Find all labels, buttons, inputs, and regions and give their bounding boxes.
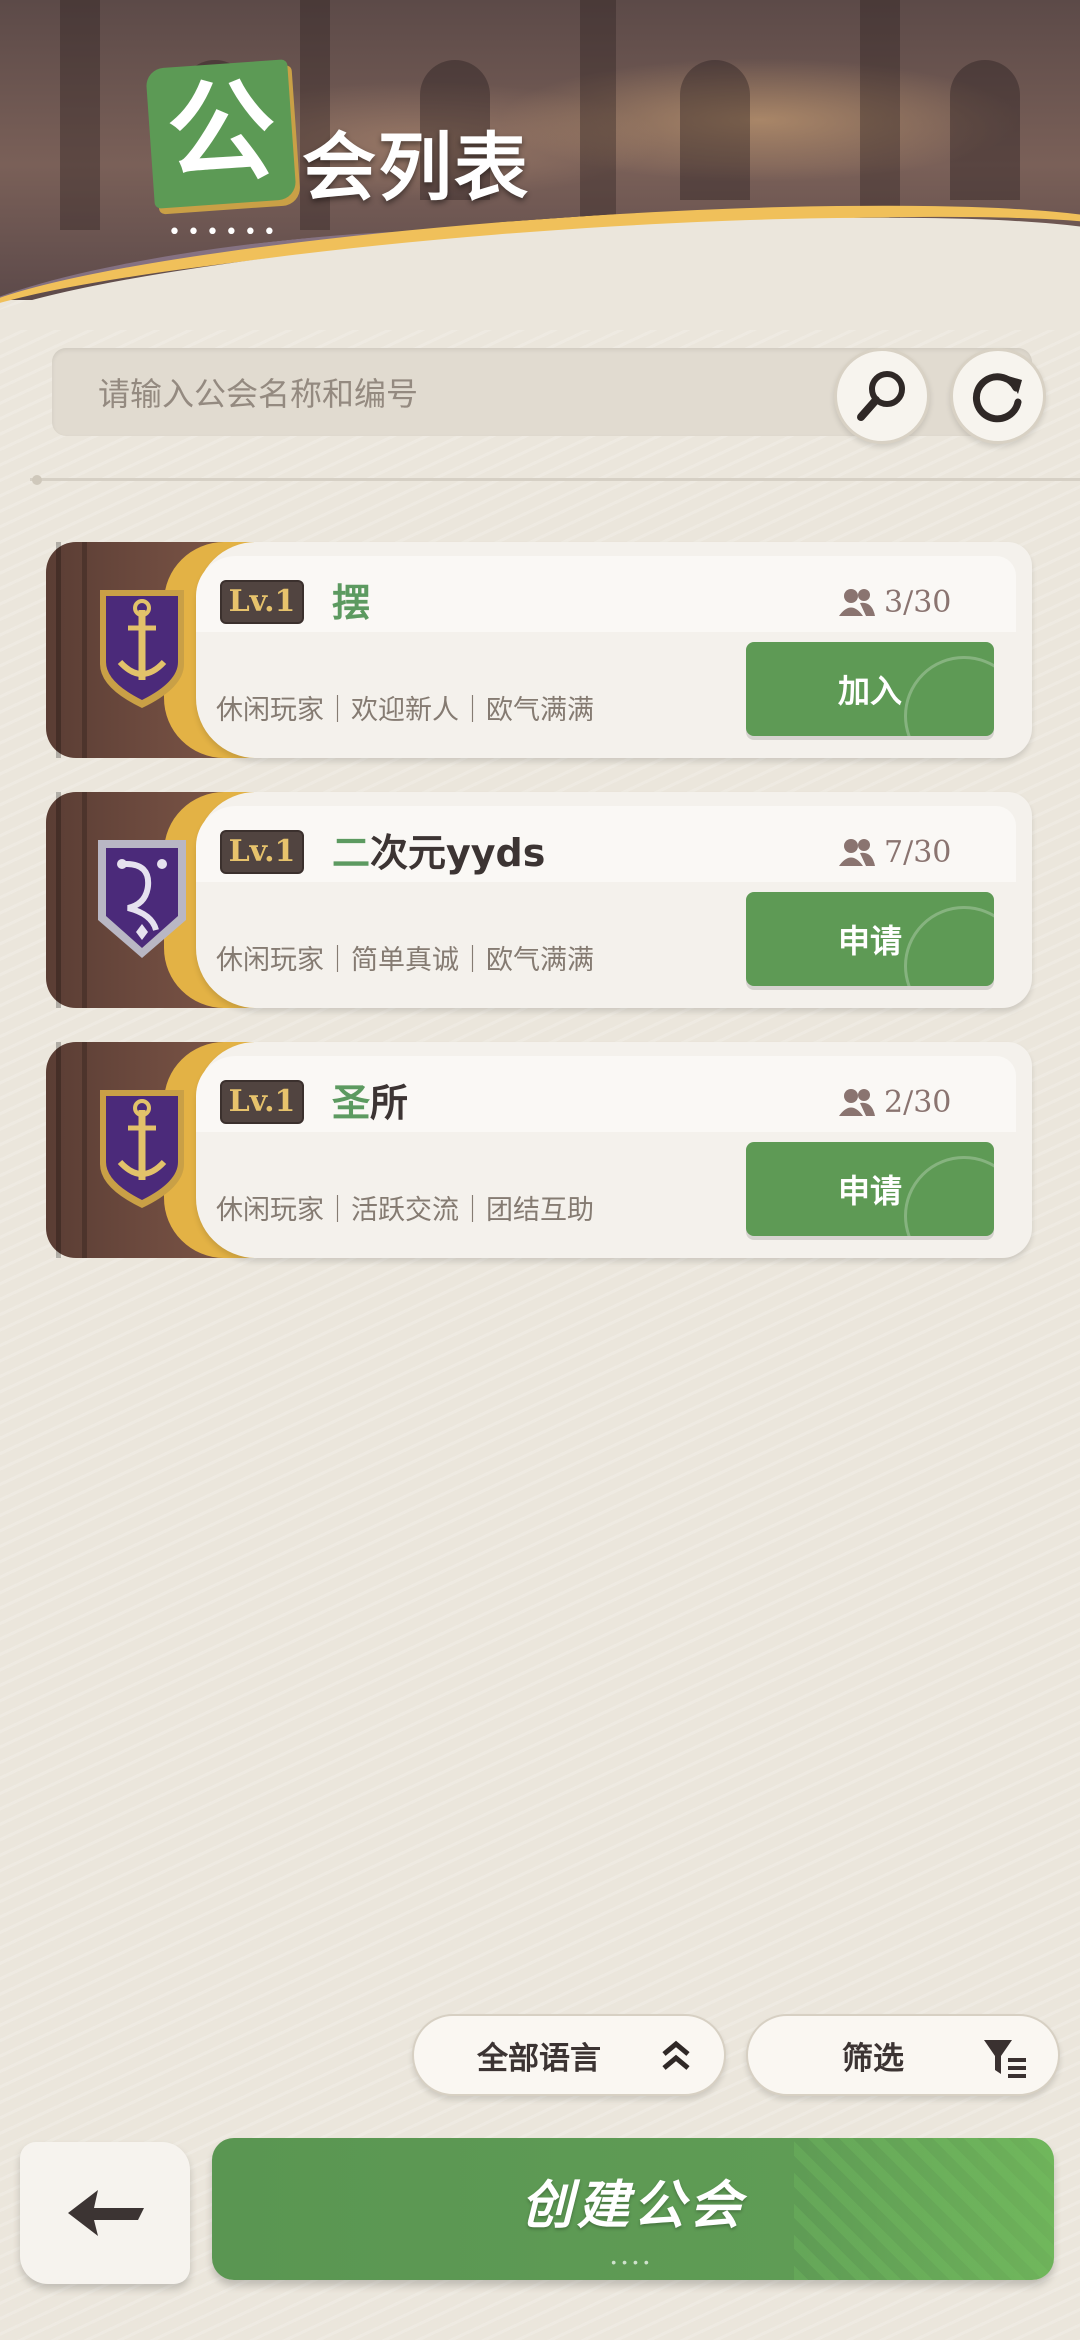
members-icon xyxy=(839,1089,875,1116)
header-banner: 公 会列表 •••••• xyxy=(0,0,1080,330)
members-icon xyxy=(839,839,875,866)
filter-label: 筛选 xyxy=(842,2040,904,2077)
guild-card[interactable]: Lv.1 圣所 2/30 休闲玩家｜活跃交流｜团结互助 申请 xyxy=(46,1042,1032,1258)
guild-level-badge: Lv.1 xyxy=(220,580,304,624)
filter-button[interactable]: 筛选 xyxy=(746,2014,1060,2096)
refresh-button[interactable] xyxy=(950,348,1046,444)
search-input[interactable] xyxy=(98,372,818,416)
guild-name: 圣所 xyxy=(332,1081,409,1125)
create-guild-button[interactable]: 创建公会 •••• xyxy=(212,2138,1054,2280)
language-filter-label: 全部语言 xyxy=(477,2040,601,2077)
guild-name: 二次元yyds xyxy=(332,831,546,875)
guild-member-count: 2/30 xyxy=(838,1080,951,1124)
guild-level-badge: Lv.1 xyxy=(220,1080,304,1124)
guild-tags: 休闲玩家｜活跃交流｜团结互助 xyxy=(216,1195,594,1226)
guild-level-badge: Lv.1 xyxy=(220,830,304,874)
anchor-crest-icon xyxy=(100,590,184,708)
guild-name: 摆 xyxy=(332,581,371,625)
guild-member-count: 7/30 xyxy=(838,830,951,874)
search-button[interactable] xyxy=(834,348,930,444)
anchor-crest-icon xyxy=(100,1090,184,1208)
join-button[interactable]: 加入 xyxy=(746,642,994,736)
refresh-icon xyxy=(972,373,1022,423)
guild-card[interactable]: Lv.1 摆 3/30 休闲玩家｜欢迎新人｜欧气满满 加入 xyxy=(46,542,1032,758)
search-icon xyxy=(857,371,905,421)
title-decoration: •••••• xyxy=(168,220,282,245)
page-title-first-char: 公 xyxy=(166,69,275,195)
guild-card[interactable]: Lv.1 二次元yyds 7/30 休闲玩家｜简单真诚｜欧气满满 申请 xyxy=(46,792,1032,1008)
guild-tags: 休闲玩家｜简单真诚｜欧气满满 xyxy=(216,945,594,976)
members-icon xyxy=(839,589,875,616)
page-title: 会列表 xyxy=(302,125,530,211)
guild-member-count: 3/30 xyxy=(838,580,951,624)
dragon-crest-icon xyxy=(98,840,186,958)
divider xyxy=(30,478,1080,481)
back-arrow-icon xyxy=(68,2190,144,2236)
guild-tags: 休闲玩家｜欢迎新人｜欧气满满 xyxy=(216,695,594,726)
apply-button[interactable]: 申请 xyxy=(746,1142,994,1236)
back-button[interactable] xyxy=(20,2142,190,2284)
language-filter-button[interactable]: 全部语言 xyxy=(412,2014,726,2096)
filter-icon xyxy=(984,2040,1026,2078)
chevron-up-icon xyxy=(662,2040,690,2070)
apply-button[interactable]: 申请 xyxy=(746,892,994,986)
